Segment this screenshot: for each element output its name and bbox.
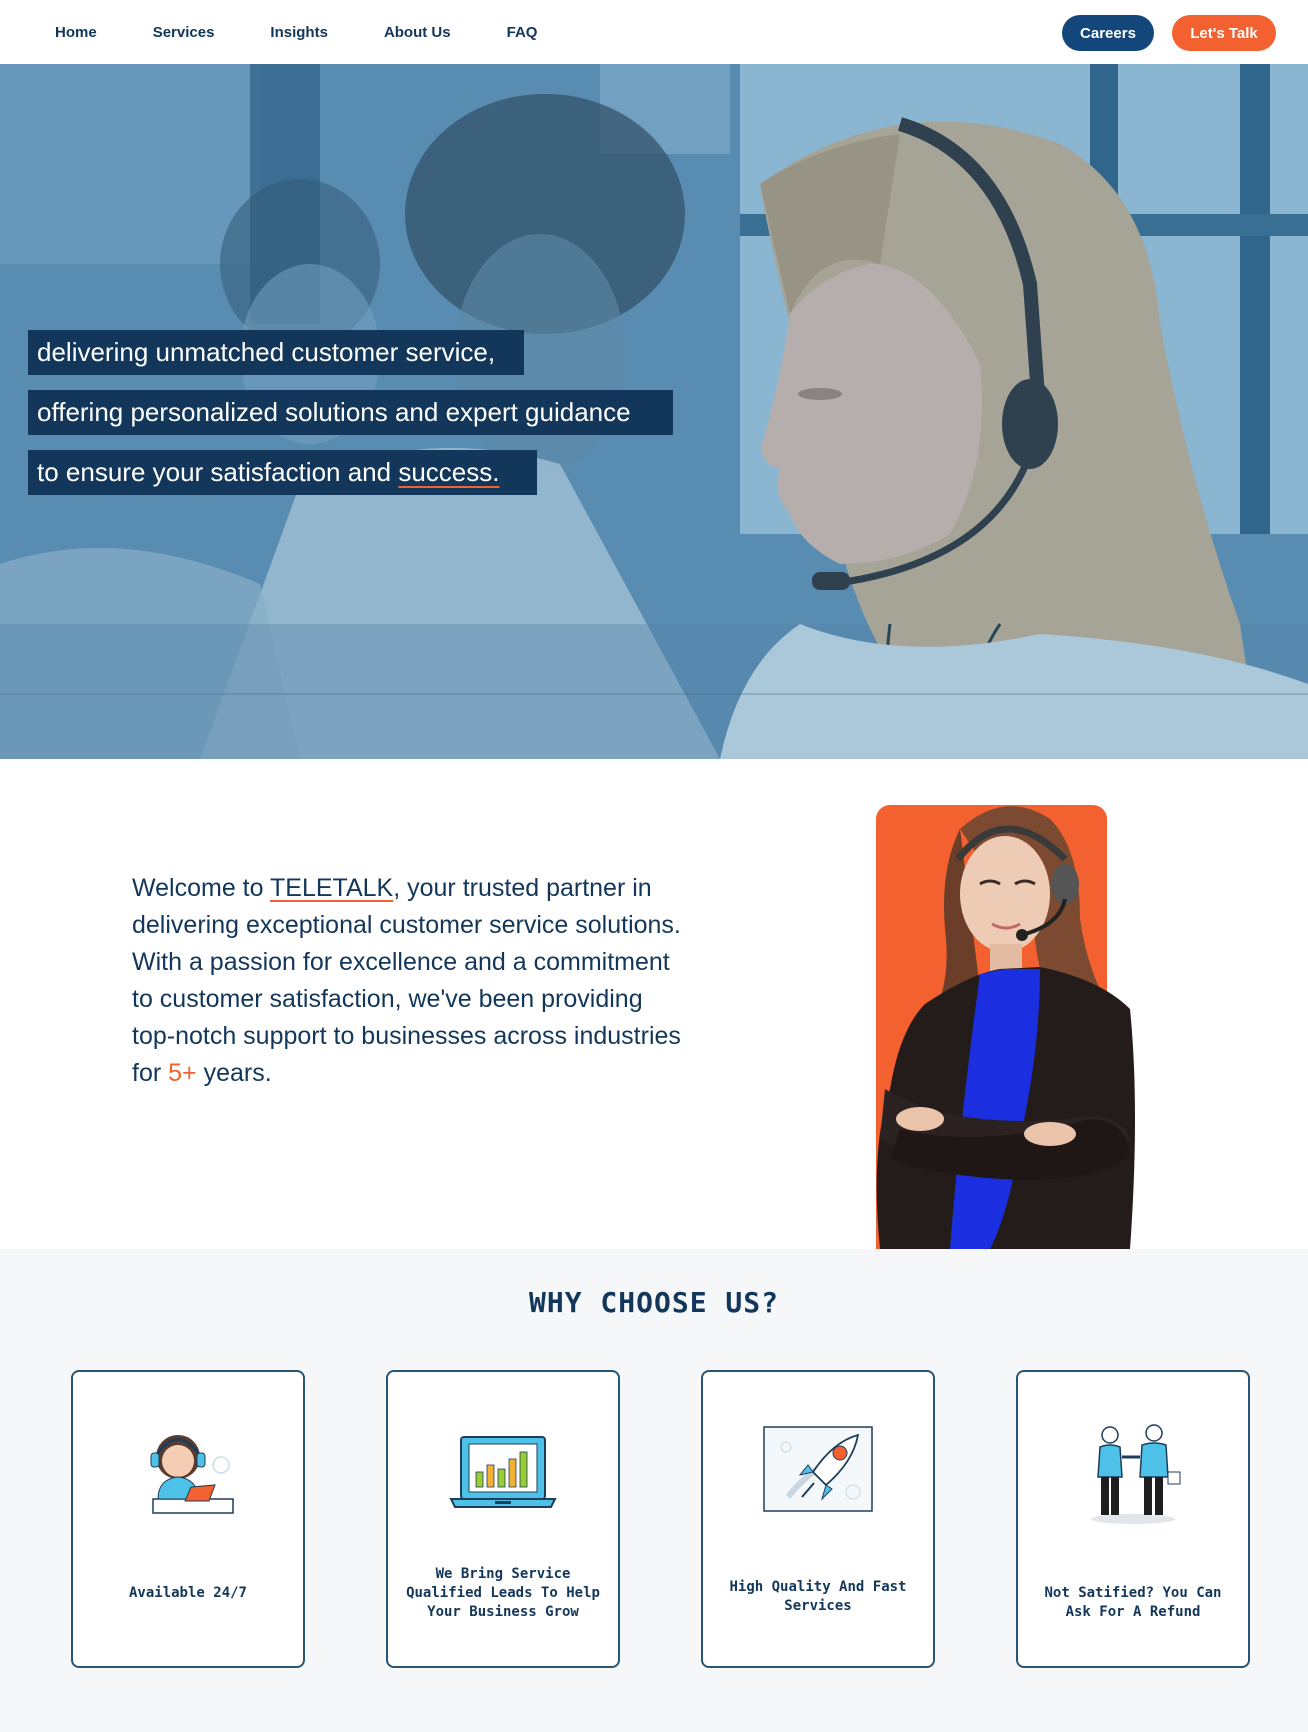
- feature-card-quality: High Quality And Fast Services: [701, 1370, 935, 1668]
- hero-success-word: success.: [398, 457, 500, 487]
- why-choose-us-section: WHY CHOOSE US? Available 24/7 We Bring S…: [0, 1249, 1308, 1732]
- nav-insights[interactable]: Insights: [270, 24, 328, 41]
- welcome-paragraph: Welcome to TELETALK, your trusted partne…: [132, 870, 692, 1092]
- welcome-section: Welcome to TELETALK, your trusted partne…: [0, 759, 1308, 1249]
- careers-button[interactable]: Careers: [1062, 15, 1154, 51]
- lets-talk-button[interactable]: Let's Talk: [1172, 15, 1276, 51]
- support-agent-icon: [73, 1417, 303, 1527]
- why-choose-us-title: WHY CHOOSE US?: [528, 1286, 779, 1319]
- feature-label: Not Satified? You Can Ask For A Refund: [1044, 1585, 1222, 1620]
- brand-name: TELETALK: [270, 874, 394, 902]
- top-nav: Home Services Insights About Us FAQ Care…: [0, 0, 1308, 64]
- laptop-chart-icon: [388, 1417, 618, 1527]
- nav-home[interactable]: Home: [55, 24, 97, 41]
- rocket-icon: [703, 1417, 933, 1527]
- hero-headline-line-3: to ensure your satisfaction and success.: [28, 450, 537, 495]
- hero-banner: delivering unmatched customer service, o…: [0, 64, 1308, 759]
- feature-card-available: Available 24/7: [71, 1370, 305, 1668]
- feature-label: Available 24/7: [128, 1585, 247, 1601]
- feature-label: High Quality And Fast Services: [729, 1579, 907, 1614]
- nav-faq[interactable]: FAQ: [507, 24, 538, 41]
- feature-card-refund: Not Satified? You Can Ask For A Refund: [1016, 1370, 1250, 1668]
- feature-card-leads: We Bring Service Qualified Leads To Help…: [386, 1370, 620, 1668]
- hero-line-3-text: to ensure your satisfaction and: [37, 457, 399, 487]
- years-count: 5+: [168, 1059, 197, 1087]
- welcome-years: years.: [196, 1059, 272, 1087]
- welcome-intro: Welcome to: [132, 874, 271, 902]
- nav-services[interactable]: Services: [153, 24, 215, 41]
- support-agent-portrait: [876, 806, 1135, 1249]
- hero-headline-line-1: delivering unmatched customer service,: [28, 330, 524, 375]
- hero-headline-line-2: offering personalized solutions and expe…: [28, 390, 673, 435]
- handshake-icon: [1018, 1417, 1248, 1527]
- nav-about-us[interactable]: About Us: [384, 24, 451, 41]
- nav-links: Home Services Insights About Us FAQ: [55, 0, 537, 64]
- feature-label: We Bring Service Qualified Leads To Help…: [406, 1566, 600, 1620]
